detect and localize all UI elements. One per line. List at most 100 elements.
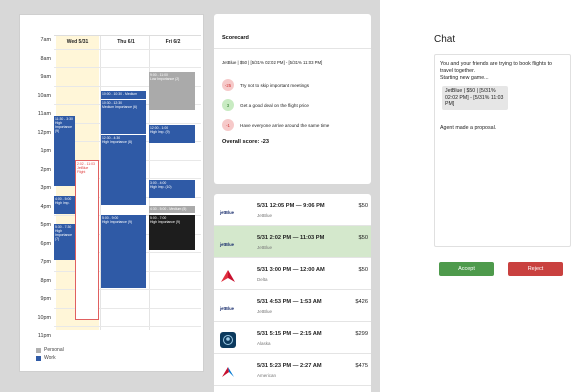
flight-airline: Alaska [257, 341, 271, 346]
accept-button[interactable]: Accept [439, 262, 494, 276]
proposed-flight-event[interactable]: 2:02 - 11:03 JetBlue Flight [75, 160, 99, 320]
calendar-event[interactable]: 3:00 - 4:00 High Imp. (10) [149, 180, 195, 198]
event-label: High Importance (9) [150, 220, 180, 224]
hour-label: 10pm [37, 315, 52, 321]
event-label: High Imp. (9) [150, 130, 170, 134]
hour-label: 7am [40, 37, 52, 43]
hour-label: 5pm [40, 222, 52, 228]
legend-label: Work [44, 355, 56, 361]
calendar-event[interactable]: 5:00 - 7:00 High Importance (9) [149, 215, 195, 250]
flight-price: $50 [358, 235, 369, 241]
legend-swatch-work [36, 355, 41, 361]
calendar-event[interactable]: 4:00 - 5:00 High Imp. [54, 196, 75, 214]
score-badge: -1 [222, 119, 234, 131]
scorecard-proposal: JetBlue | $50 | [5/31% 02:02 PM] - [5/31… [222, 60, 323, 65]
hour-label: 9pm [40, 296, 52, 302]
chat-log: You and your friends are trying to book … [434, 54, 571, 247]
calendar-event[interactable]: 9:00 - 11:00 Low Importance (2) [149, 72, 195, 110]
hour-label: 3pm [40, 185, 52, 191]
hour-label: 6pm [40, 241, 52, 247]
hour-label: 11pm [37, 333, 51, 339]
score-text: Have everyone arrive around the same tim… [240, 122, 330, 128]
legend-swatch-personal [36, 347, 41, 353]
flight-price: $50 [358, 267, 369, 273]
chat-message: Agent made a proposal. [440, 125, 497, 131]
flight-airline: American [257, 373, 277, 378]
calendar-event[interactable]: 10:00 - 10:30 - Medium [101, 91, 146, 99]
calendar-event[interactable]: 4:30 - 5:00 - Medium (5) [149, 206, 195, 213]
chat-message: You and your friends are trying to book … [440, 61, 552, 74]
hour-label: 10am [37, 93, 52, 99]
delta-logo-icon [220, 269, 242, 283]
event-label: High Imp. [55, 201, 70, 205]
proposal-bubble: JetBlue | $50 | [5/31% 02:02 PM] - [5/31… [442, 86, 508, 110]
hour-line [54, 49, 201, 50]
flight-price: $475 [355, 363, 368, 369]
jetblue-logo: jetBlue [220, 305, 234, 311]
alaska-logo-icon [220, 332, 242, 348]
flight-row[interactable]: 5/31 3:00 PM — 12:00 AM Delta $50 [214, 258, 371, 290]
calendar-event[interactable]: 5:30 - 7:30 High Importance (7) [54, 224, 75, 260]
scorecard-divider [214, 48, 371, 49]
score-text: Get a good deal on the flight price [240, 102, 309, 108]
event-time: 4:30 - 5:00 - Medium (5) [150, 207, 187, 211]
event-label: JetBlue Flight [77, 166, 89, 174]
flight-time: 5/31 4:53 PM — 1:53 AM [257, 299, 322, 305]
flight-time: 5/31 2:02 PM — 11:03 PM [257, 235, 325, 241]
event-label: Medium Importance (6) [102, 105, 138, 109]
score-text: Try not to skip important meetings [240, 82, 310, 88]
flight-time: 5/31 5:23 PM — 2:27 AM [257, 363, 322, 369]
flight-time: 5/31 5:15 PM — 2:15 AM [257, 331, 322, 337]
calendar-event[interactable]: 11:30 - 3:30 High Importance (9) [54, 116, 75, 186]
hour-label: 11am [37, 111, 51, 117]
day-header-wed: Wed 5/31 [66, 39, 89, 45]
event-label: High Imp. (10) [150, 185, 172, 189]
flight-airline: JetBlue [257, 309, 273, 314]
calendar-event[interactable]: 5:00 - 9:00 High Importance (9) [101, 215, 146, 288]
calendar-event[interactable]: 12:30 - 4:30 High Importance (8) [101, 135, 146, 205]
score-item: -1 Have everyone arrive around the same … [222, 119, 329, 131]
flight-row-selected[interactable]: jetBlue 5/31 2:02 PM — 11:03 PM JetBlue … [214, 226, 371, 258]
flight-price: $426 [355, 299, 368, 305]
hour-label: 8pm [40, 278, 52, 284]
calendar-event[interactable]: 12:00 - 1:00 High Imp. (9) [149, 125, 195, 143]
flight-list: jetBlue 5/31 12:05 PM — 9:06 PM JetBlue … [214, 194, 371, 392]
flight-row[interactable]: jetBlue 5/31 12:05 PM — 9:06 PM JetBlue … [214, 194, 371, 226]
score-item: -25 Try not to skip important meetings [222, 79, 309, 91]
legend-personal: Personal [36, 347, 64, 353]
flight-airline: JetBlue [257, 245, 273, 250]
scorecard-title: Scorecard [222, 35, 249, 41]
hour-label: 4pm [40, 204, 52, 210]
flight-airline: Delta [257, 277, 268, 282]
event-label: High Importance (7) [55, 229, 72, 241]
hour-label: 1pm [40, 148, 52, 154]
chat-title: Chat [434, 34, 456, 45]
event-label: Low Importance (2) [150, 77, 180, 81]
chat-message: Starting new game... [440, 75, 489, 81]
scorecard-panel: Scorecard JetBlue | $50 | [5/31% 02:02 P… [214, 14, 371, 184]
calendar-event[interactable]: 10:30 - 12:30 Medium Importance (6) [101, 100, 146, 134]
flight-row[interactable]: 5/31 5:23 PM — 2:27 AM American $475 [214, 354, 371, 386]
hour-label: 7pm [40, 259, 52, 265]
score-badge: -25 [222, 79, 234, 91]
reject-button[interactable]: Reject [508, 262, 563, 276]
hour-label: 8am [40, 56, 52, 62]
chat-panel: Chat You and your friends are trying to … [380, 0, 585, 392]
calendar-panel: Wed 5/31 Thu 6/1 Fri 6/2 7am 8am 9am 10a… [19, 14, 204, 372]
legend-work: Work [36, 355, 56, 361]
header-divider [54, 35, 201, 36]
hour-label: 12pm [37, 130, 52, 136]
flight-row[interactable]: 5/31 5:15 PM — 2:15 AM Alaska $299 [214, 322, 371, 354]
flight-row[interactable]: jetBlue 5/31 4:53 PM — 1:53 AM JetBlue $… [214, 290, 371, 322]
flight-time: 5/31 12:05 PM — 9:06 PM [257, 203, 325, 209]
flight-airline: JetBlue [257, 213, 273, 218]
hour-label: 2pm [40, 167, 52, 173]
flight-price: $299 [355, 331, 368, 337]
american-logo-icon [220, 365, 242, 379]
score-badge: 3 [222, 99, 234, 111]
day-header-thu: Thu 6/1 [117, 39, 135, 45]
legend-label: Personal [44, 347, 64, 353]
hour-label: 9am [40, 74, 52, 80]
score-item: 3 Get a good deal on the flight price [222, 99, 309, 111]
hour-line [54, 67, 201, 68]
